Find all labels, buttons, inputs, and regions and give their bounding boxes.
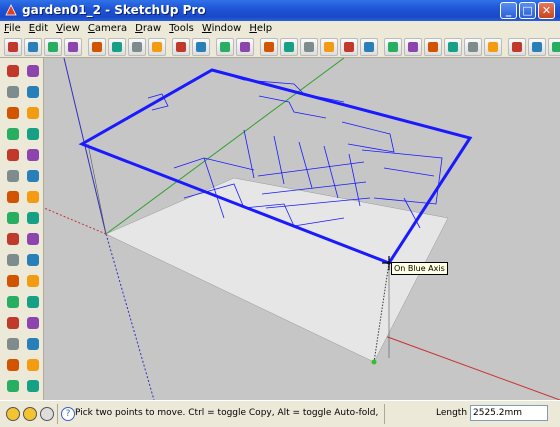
left-view-icon[interactable] xyxy=(340,38,358,56)
menu-file[interactable]: File xyxy=(0,21,25,36)
xray-icon[interactable] xyxy=(360,38,378,56)
monochrome-icon[interactable] xyxy=(464,38,482,56)
follow-me-tool[interactable] xyxy=(24,188,42,206)
print-icon[interactable] xyxy=(192,38,210,56)
extension-icon[interactable] xyxy=(548,38,560,56)
section-plane-tool[interactable] xyxy=(24,377,42,395)
copy-icon[interactable] xyxy=(88,38,106,56)
hidden-line-icon[interactable] xyxy=(404,38,422,56)
zoom-window-tool[interactable] xyxy=(24,314,42,332)
pan-tool[interactable] xyxy=(24,293,42,311)
menu-tools[interactable]: Tools xyxy=(165,21,198,36)
inference-tooltip: On Blue Axis xyxy=(391,262,448,275)
select-tool[interactable] xyxy=(4,62,22,80)
menu-bar: File Edit View Camera Draw Tools Window Help xyxy=(0,21,560,36)
arc-tool[interactable] xyxy=(24,125,42,143)
status-message: Pick two points to move. Ctrl = toggle C… xyxy=(75,408,380,418)
components-icon[interactable] xyxy=(508,38,526,56)
line-tool[interactable] xyxy=(24,104,42,122)
front-view-icon[interactable] xyxy=(280,38,298,56)
rotate-tool[interactable] xyxy=(4,188,22,206)
redo-icon[interactable] xyxy=(172,38,190,56)
menu-view[interactable]: View xyxy=(52,21,84,36)
main-toolbar xyxy=(0,36,560,58)
move-tool[interactable] xyxy=(4,167,22,185)
position-camera-tool[interactable] xyxy=(4,356,22,374)
window-title: garden01_2 - SketchUp Pro xyxy=(22,3,206,17)
separator xyxy=(57,404,58,424)
eraser-tool[interactable] xyxy=(24,83,42,101)
shaded-texture-icon[interactable] xyxy=(444,38,462,56)
top-view-icon[interactable] xyxy=(260,38,278,56)
axes-tool[interactable] xyxy=(4,272,22,290)
freehand-tool[interactable] xyxy=(24,146,42,164)
undo-icon[interactable] xyxy=(148,38,166,56)
wireframe-icon[interactable] xyxy=(384,38,402,56)
title-bar: garden01_2 - SketchUp Pro _ □ ✕ xyxy=(0,0,560,21)
paint-bucket-tool[interactable] xyxy=(4,83,22,101)
erase-icon[interactable] xyxy=(128,38,146,56)
make-component-icon[interactable] xyxy=(24,38,42,56)
zoom-tool[interactable] xyxy=(4,314,22,332)
menu-camera[interactable]: Camera xyxy=(84,21,131,36)
previous-view-tool[interactable] xyxy=(24,335,42,353)
menu-window[interactable]: Window xyxy=(198,21,245,36)
look-around-tool[interactable] xyxy=(24,356,42,374)
save-icon[interactable] xyxy=(44,38,62,56)
orbit-tool[interactable] xyxy=(4,293,22,311)
close-button[interactable]: ✕ xyxy=(538,2,555,19)
select-icon[interactable] xyxy=(4,38,22,56)
menu-edit[interactable]: Edit xyxy=(25,21,52,36)
help-icon[interactable]: ? xyxy=(61,407,75,421)
menu-help[interactable]: Help xyxy=(245,21,276,36)
circle-tool[interactable] xyxy=(4,125,22,143)
walk-tool[interactable] xyxy=(4,377,22,395)
text-tool[interactable] xyxy=(24,251,42,269)
user-icon[interactable] xyxy=(40,407,54,421)
rectangle-tool[interactable] xyxy=(4,104,22,122)
tape-measure-tool[interactable] xyxy=(4,230,22,248)
model-viewport[interactable]: On Blue Axis xyxy=(44,58,560,400)
share-icon[interactable] xyxy=(528,38,546,56)
warehouse-icon[interactable] xyxy=(484,38,502,56)
3d-text-tool[interactable] xyxy=(24,272,42,290)
component-tool[interactable] xyxy=(24,62,42,80)
dimension-tool[interactable] xyxy=(24,230,42,248)
model-info-icon[interactable] xyxy=(216,38,234,56)
length-input[interactable]: 2525.2mm xyxy=(470,405,548,421)
back-view-icon[interactable] xyxy=(320,38,338,56)
separator xyxy=(384,404,385,424)
cut-icon[interactable] xyxy=(64,38,82,56)
geo-location-icon[interactable] xyxy=(6,407,20,421)
iso-view-icon[interactable] xyxy=(236,38,254,56)
menu-draw[interactable]: Draw xyxy=(131,21,165,36)
shaded-icon[interactable] xyxy=(424,38,442,56)
polygon-tool[interactable] xyxy=(4,146,22,164)
zoom-extents-tool[interactable] xyxy=(4,335,22,353)
minimize-button[interactable]: _ xyxy=(500,2,517,19)
scene-canvas[interactable] xyxy=(44,58,560,400)
inference-point xyxy=(371,359,377,365)
length-label: Length xyxy=(436,408,468,418)
credits-icon[interactable] xyxy=(23,407,37,421)
paste-icon[interactable] xyxy=(108,38,126,56)
maximize-button[interactable]: □ xyxy=(519,2,536,19)
push-pull-tool[interactable] xyxy=(24,167,42,185)
protractor-tool[interactable] xyxy=(4,251,22,269)
sketchup-logo-icon xyxy=(5,4,17,16)
right-view-icon[interactable] xyxy=(300,38,318,56)
scale-tool[interactable] xyxy=(4,209,22,227)
status-bar: ? Pick two points to move. Ctrl = toggle… xyxy=(0,400,560,427)
offset-tool[interactable] xyxy=(24,209,42,227)
tool-palette xyxy=(0,58,44,400)
